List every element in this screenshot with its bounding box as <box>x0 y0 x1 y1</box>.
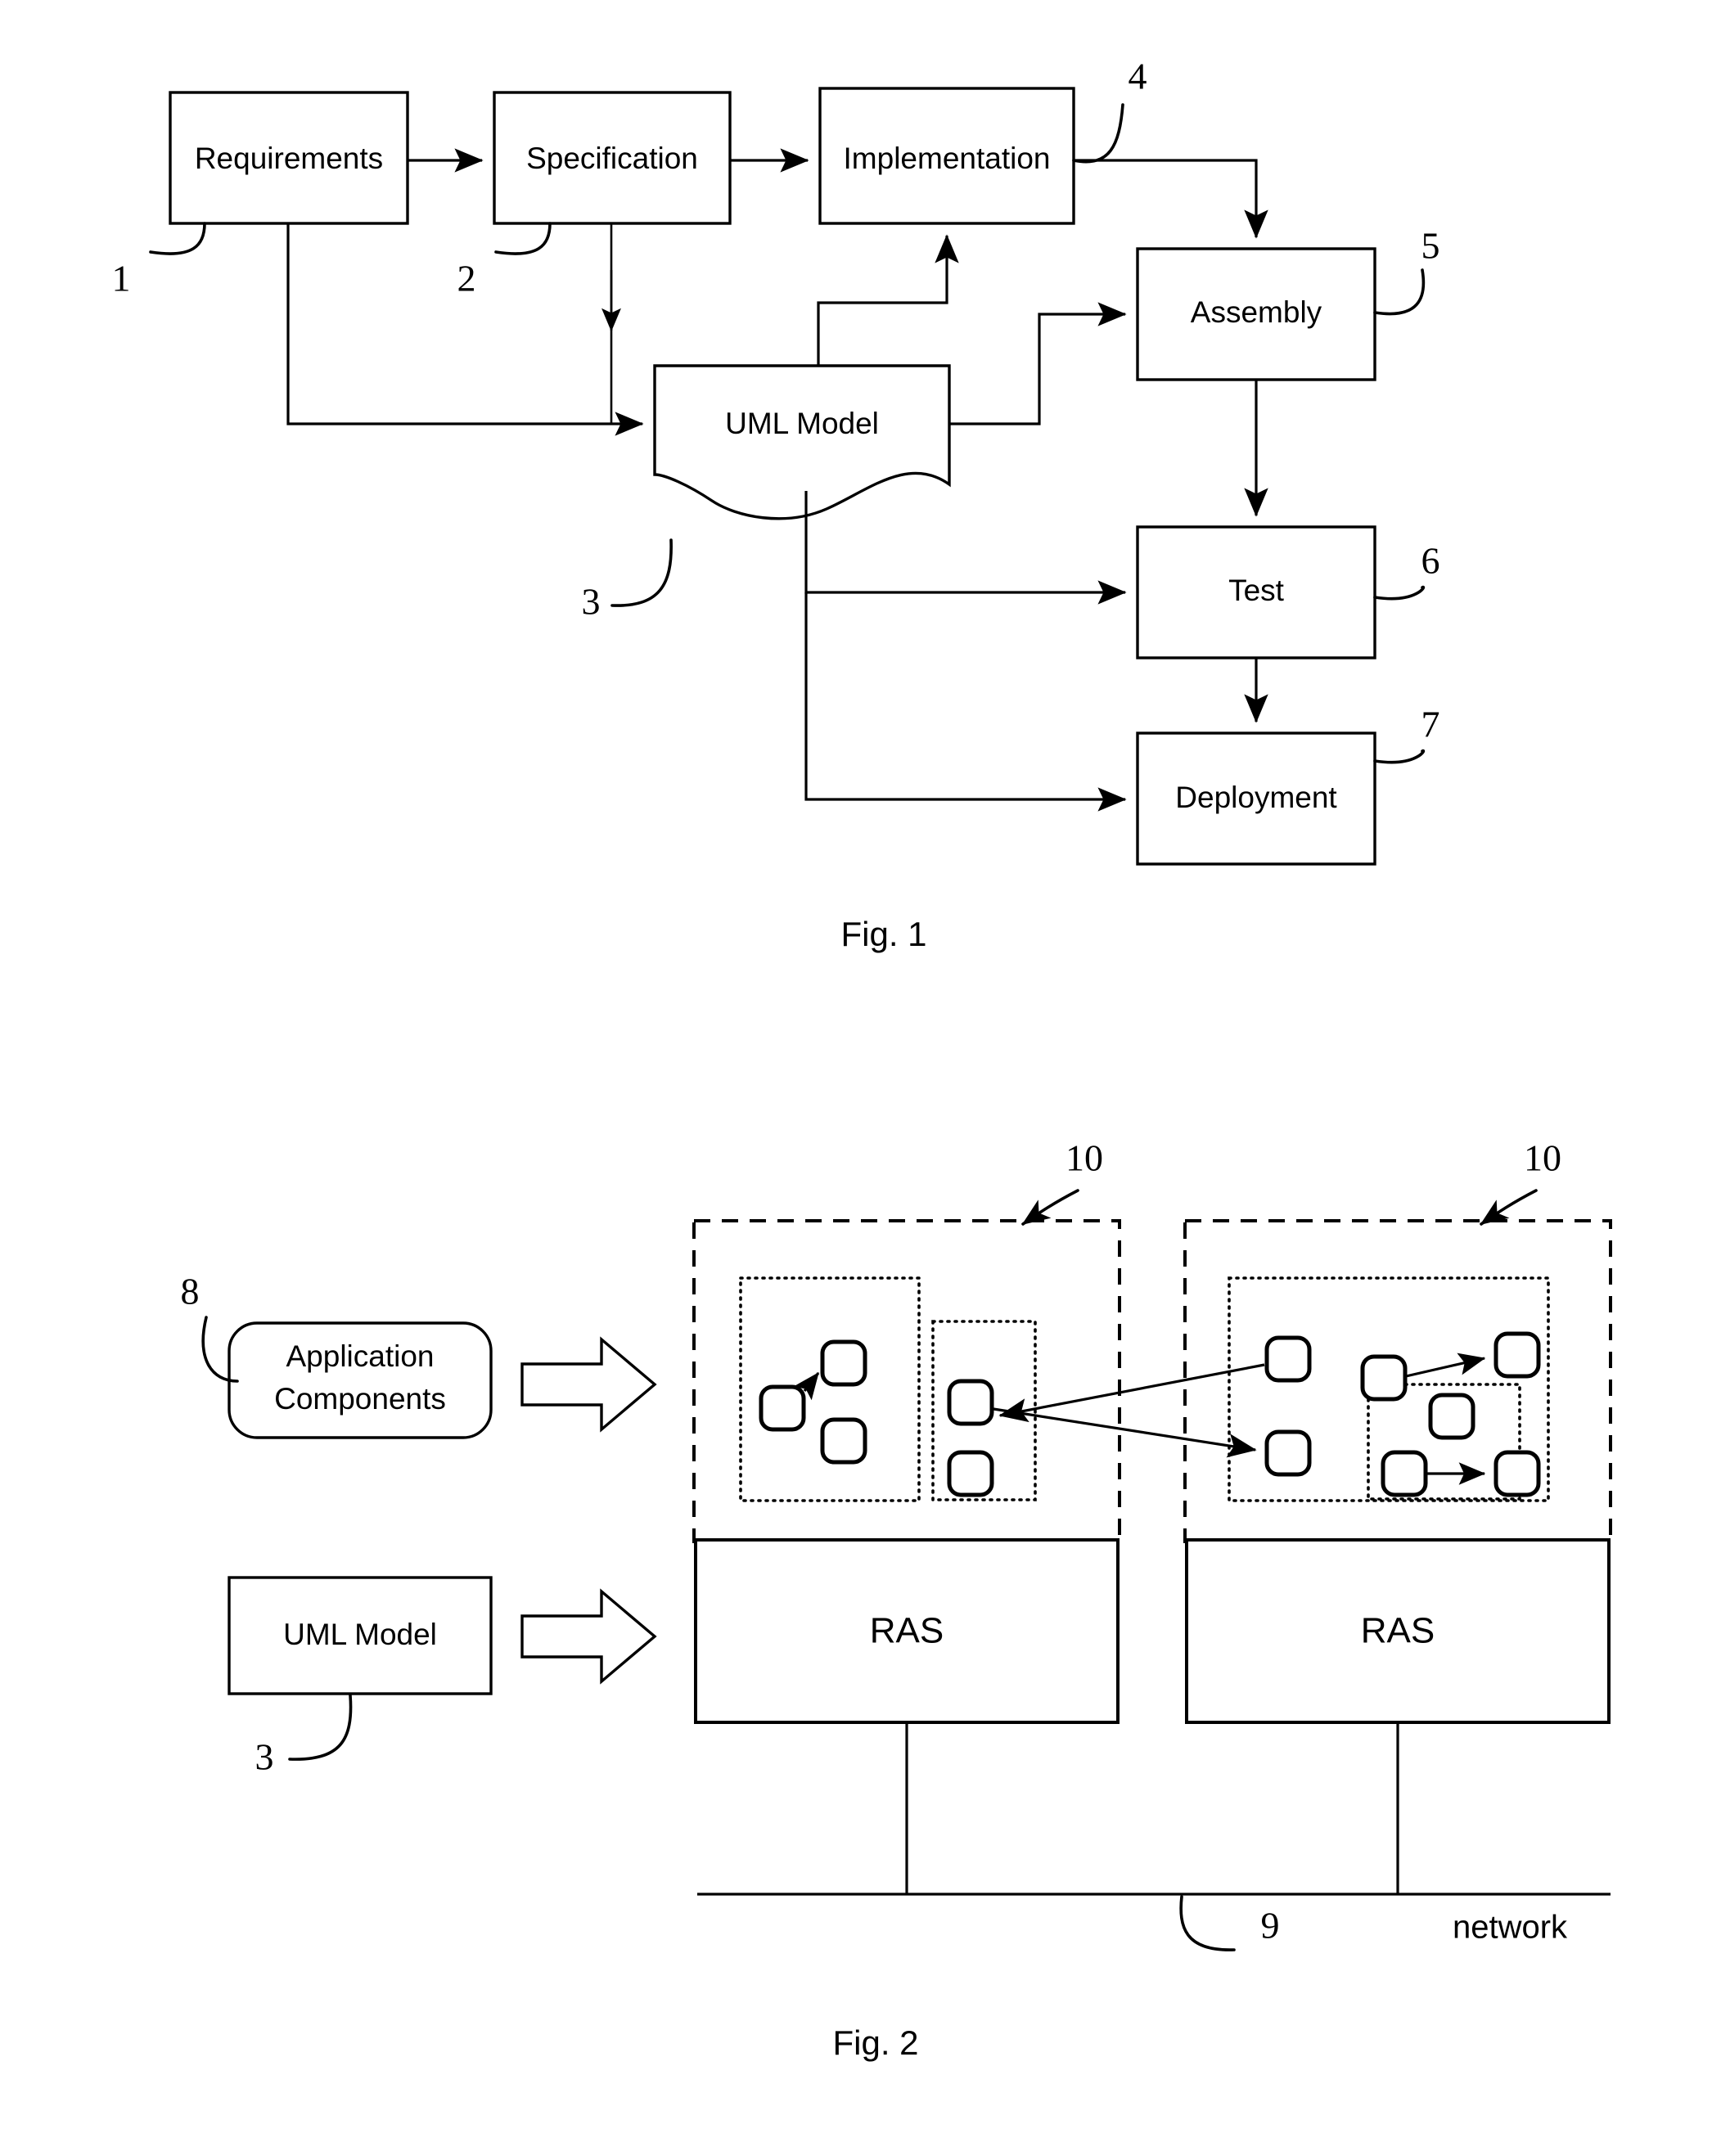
leader-ref-2 <box>494 222 552 255</box>
edge-uml-to-implementation <box>817 234 959 366</box>
fig2-cross-server-links <box>993 1363 1265 1458</box>
leader-ref-7 <box>1373 749 1426 764</box>
fig2-left-dashed-container <box>692 1219 1121 1543</box>
fig1-ref-2: 2 <box>457 258 476 299</box>
figure-canvas: Requirements Specification Implementatio… <box>112 56 1612 2062</box>
leader-ref-4 <box>1072 103 1124 164</box>
fig2-server-left[interactable]: RAS <box>692 1219 1121 1894</box>
fig2-component-lc4[interactable] <box>947 1379 994 1426</box>
figure-2: Application Components UML Model RAS RAS… <box>181 1137 1612 2062</box>
fig2-ref-8: 8 <box>181 1271 200 1312</box>
fig1-caption: Fig. 1 <box>840 915 926 953</box>
fig1-connectors <box>286 148 1268 812</box>
fig2-component-rc2[interactable] <box>1360 1354 1408 1402</box>
fig2-component-lc5[interactable] <box>947 1450 994 1497</box>
fig2-leader-ref-8 <box>201 1316 239 1383</box>
leader-ref-1 <box>149 222 206 255</box>
fig2-ras-label-left: RAS <box>870 1611 944 1651</box>
fig1-ref-7: 7 <box>1421 704 1440 745</box>
fig2-label-application: Application <box>286 1339 434 1373</box>
fig1-label-assembly: Assembly <box>1191 295 1322 329</box>
fig2-ref-10-left: 10 <box>1065 1137 1103 1179</box>
fig1-label-deployment: Deployment <box>1175 781 1337 814</box>
fig2-link-rc1-to-lc4 <box>998 1363 1265 1423</box>
edge-requirements-to-uml <box>286 223 644 436</box>
fig1-ref-3: 3 <box>582 581 601 623</box>
fig1-label-specification: Specification <box>526 142 698 175</box>
fig1-label-uml-model: UML Model <box>725 407 879 440</box>
leader-ref-6 <box>1373 585 1426 601</box>
fig2-link-lc1-lc2 <box>793 1371 820 1401</box>
leader-ref-5 <box>1373 268 1426 316</box>
fig2-leader-ref-10-left <box>1021 1189 1079 1226</box>
fig1-ref-4: 4 <box>1129 56 1147 97</box>
fig1-ref-5: 5 <box>1421 225 1440 267</box>
fig2-component-lc3[interactable] <box>820 1417 867 1465</box>
fig2-leader-ref-10-right <box>1480 1189 1538 1226</box>
fig2-component-lc1[interactable] <box>759 1384 806 1432</box>
fig2-component-rc3[interactable] <box>1493 1331 1541 1379</box>
fig2-network-label: network <box>1453 1910 1568 1946</box>
fig2-link-rc2-rc3 <box>1405 1353 1486 1378</box>
leader-ref-3 <box>610 538 673 607</box>
fig2-link-lc4-to-rc4 <box>993 1407 1257 1458</box>
edge-uml-to-assembly <box>949 302 1127 425</box>
fig2-ref-3: 3 <box>255 1736 274 1778</box>
fig1-shape-uml-model[interactable] <box>653 364 951 520</box>
fig2-block-arrow-bottom <box>520 1588 657 1685</box>
fig1-label-requirements: Requirements <box>195 142 383 175</box>
fig2-component-rc1[interactable] <box>1264 1335 1312 1383</box>
fig1-ref-1: 1 <box>112 258 131 299</box>
fig2-leader-ref-3 <box>288 1694 353 1761</box>
fig1-ref-6: 6 <box>1421 540 1440 582</box>
fig1-label-implementation: Implementation <box>844 142 1051 175</box>
fig2-server-right[interactable]: RAS <box>1183 1219 1612 1894</box>
fig2-ras-label-right: RAS <box>1361 1611 1435 1651</box>
fig2-caption: Fig. 2 <box>832 2023 918 2062</box>
edge-uml-to-deployment <box>804 592 1127 812</box>
fig2-component-rc5[interactable] <box>1428 1393 1475 1440</box>
fig2-leader-ref-9 <box>1179 1895 1236 1951</box>
fig1-label-test: Test <box>1228 574 1285 607</box>
fig2-ref-10-right: 10 <box>1524 1137 1561 1179</box>
fig2-label-uml-model: UML Model <box>283 1618 437 1651</box>
fig2-component-rc4[interactable] <box>1264 1429 1312 1477</box>
edge-implementation-to-assembly <box>1074 159 1268 239</box>
fig2-label-components: Components <box>274 1382 446 1416</box>
edge-uml-to-test <box>804 491 1127 605</box>
fig2-component-lc2[interactable] <box>820 1339 867 1387</box>
figure-1: Requirements Specification Implementatio… <box>112 56 1440 954</box>
fig2-component-rc6[interactable] <box>1381 1450 1428 1497</box>
fig2-ref-9: 9 <box>1261 1905 1280 1947</box>
patent-figure-sheet: Requirements Specification Implementatio… <box>0 0 1721 2156</box>
fig2-block-arrow-top <box>520 1336 657 1433</box>
fig2-component-rc7[interactable] <box>1493 1450 1541 1497</box>
edge-specification-to-uml <box>610 223 642 425</box>
